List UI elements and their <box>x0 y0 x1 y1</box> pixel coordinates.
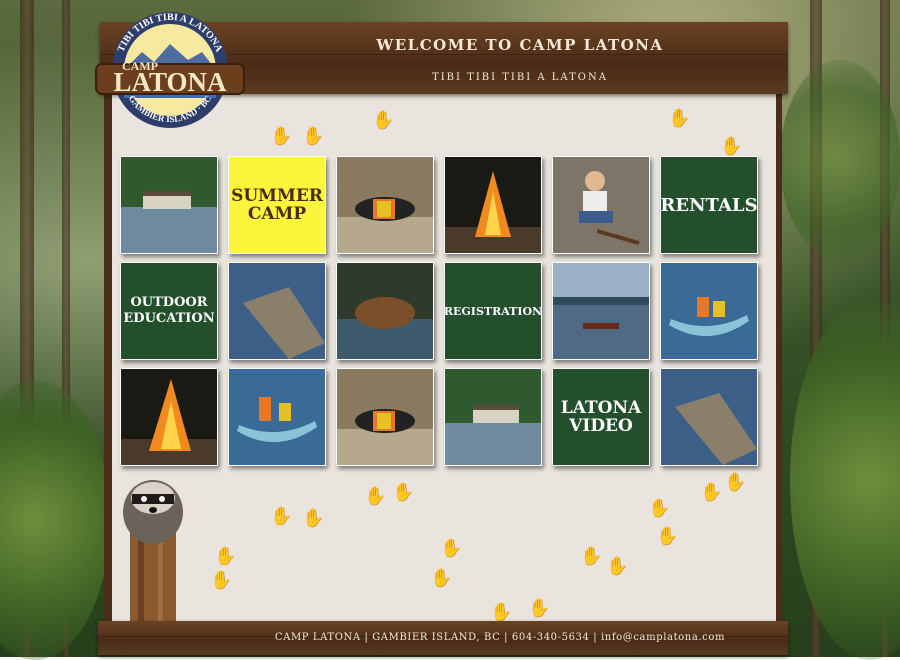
outdoor-education-label: OUTDOOR EDUCATION <box>123 295 215 326</box>
tile-sunset-photo[interactable] <box>552 262 650 360</box>
footprint-icon: ✋ <box>440 538 463 559</box>
dock-photo <box>661 369 757 465</box>
tile-summer-camp[interactable]: SUMMER CAMP <box>228 156 326 254</box>
tile-campfire-photo-2[interactable] <box>120 368 218 466</box>
footprint-icon: ✋ <box>210 570 233 591</box>
tile-campfire-photo[interactable] <box>444 156 542 254</box>
footprint-icon: ✋ <box>490 602 513 623</box>
tile-lakeside-photo[interactable] <box>120 156 218 254</box>
rentals-label: RENTALS <box>660 194 758 216</box>
tile-child-photo[interactable] <box>552 156 650 254</box>
footprint-icon: ✋ <box>372 110 395 131</box>
tile-canoe-photo-2[interactable] <box>228 368 326 466</box>
dock-photo <box>229 263 325 359</box>
beaver-photo <box>337 263 433 359</box>
footprint-icon: ✋ <box>580 546 603 567</box>
canoe-photo <box>661 263 757 359</box>
footprint-icon: ✋ <box>430 568 453 589</box>
campfire-photo <box>121 369 217 465</box>
lake-sunset-photo <box>553 263 649 359</box>
summer-camp-label: SUMMER CAMP <box>231 186 323 224</box>
raccoon-illustration <box>116 472 190 622</box>
lakeside-photo <box>121 157 217 253</box>
registration-label: REGISTRATION <box>444 304 542 318</box>
footprint-icon: ✋ <box>668 108 691 129</box>
tile-latona-video[interactable]: LATONA VIDEO <box>552 368 650 466</box>
tile-dock-photo[interactable] <box>228 262 326 360</box>
tile-outdoor-education[interactable]: OUTDOOR EDUCATION <box>120 262 218 360</box>
footprint-icon: ✋ <box>302 508 325 529</box>
footprint-icon: ✋ <box>214 546 237 567</box>
footprint-icon: ✋ <box>270 126 293 147</box>
tile-lakeside-photo-2[interactable] <box>444 368 542 466</box>
tile-dock-photo-2[interactable] <box>660 368 758 466</box>
footprint-icon: ✋ <box>724 472 747 493</box>
lakeside-photo <box>445 369 541 465</box>
tile-caterpillar-photo-2[interactable] <box>336 368 434 466</box>
footprint-icon: ✋ <box>648 498 671 519</box>
footprint-icon: ✋ <box>656 526 679 547</box>
caterpillar-photo <box>337 157 433 253</box>
canoe-photo <box>229 369 325 465</box>
tile-beaver-photo[interactable] <box>336 262 434 360</box>
campfire-photo <box>445 157 541 253</box>
welcome-title: WELCOME TO CAMP LATONA <box>376 36 664 54</box>
tile-registration[interactable]: REGISTRATION <box>444 262 542 360</box>
camp-latona-logo[interactable]: TIBI TIBI TIBI A LATONA GAMBIER ISLAND ·… <box>92 8 248 132</box>
footprint-icon: ✋ <box>302 126 325 147</box>
child-photo <box>553 157 649 253</box>
footprint-icon: ✋ <box>270 506 293 527</box>
footprint-icon: ✋ <box>606 556 629 577</box>
footprint-icon: ✋ <box>392 482 415 503</box>
logo-name-text: LATONA <box>113 67 227 97</box>
footer-contact: CAMP LATONA | GAMBIER ISLAND, BC | 604-3… <box>274 632 726 643</box>
footprint-icon: ✋ <box>528 598 551 619</box>
tagline: TIBI TIBI TIBI A LATONA <box>432 72 608 83</box>
footprint-icon: ✋ <box>700 482 723 503</box>
footprint-icon: ✋ <box>720 136 743 157</box>
tile-caterpillar-photo[interactable] <box>336 156 434 254</box>
caterpillar-photo <box>337 369 433 465</box>
latona-video-label: LATONA VIDEO <box>560 398 642 436</box>
tile-rentals[interactable]: RENTALS <box>660 156 758 254</box>
tile-canoe-photo[interactable] <box>660 262 758 360</box>
footprint-icon: ✋ <box>364 486 387 507</box>
